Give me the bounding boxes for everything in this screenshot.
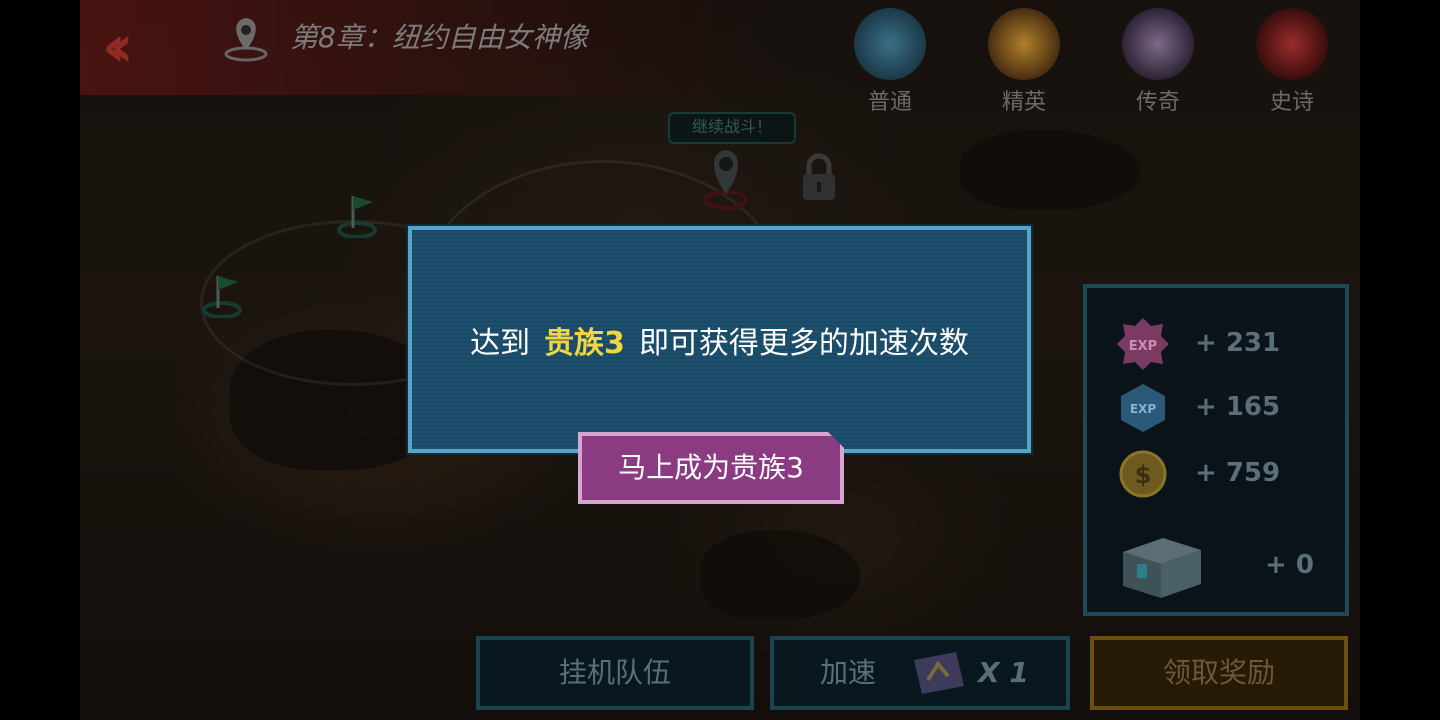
reward-row: EXP + 165 — [1115, 380, 1335, 440]
top-bar: ‹‹ 第8章：纽约自由女神像 普通 精英 传奇 史诗 — [80, 0, 1360, 115]
svg-text:EXP: EXP — [1130, 402, 1156, 416]
speedup-button[interactable]: 加速 X 1 — [770, 636, 1070, 710]
tab-legend-label: 传奇 — [1135, 90, 1180, 115]
reward-row: + 0 — [1115, 528, 1341, 604]
tab-elite[interactable]: 精英 — [964, 8, 1084, 118]
dialog-message-prefix: 达到 — [470, 326, 531, 361]
back-chevron-icon[interactable]: ‹‹ — [102, 17, 172, 75]
svg-text:EXP: EXP — [1129, 339, 1157, 354]
epic-skull-icon — [1256, 8, 1328, 80]
reward-value: + 231 — [1195, 328, 1281, 358]
chapter-title: 第8章：纽约自由女神像 — [290, 21, 588, 54]
tab-legend[interactable]: 传奇 — [1098, 8, 1218, 118]
speedup-count: X 1 — [978, 656, 1029, 689]
claim-reward-button[interactable]: 领取奖励 — [1090, 636, 1348, 710]
reward-value: + 759 — [1195, 458, 1281, 488]
tab-normal-label: 普通 — [867, 90, 912, 115]
rewards-panel: EXP + 231 EXP + 165 $ + 759 + 0 — [1083, 284, 1349, 616]
tab-normal[interactable]: 普通 — [830, 8, 950, 118]
location-pin-icon — [224, 18, 268, 62]
reward-value: + 165 — [1195, 392, 1281, 422]
dialog-message: 达到 贵族3 即可获得更多的加速次数 — [412, 318, 1027, 362]
reward-row: EXP + 231 — [1115, 316, 1335, 376]
normal-helmet-icon — [854, 8, 926, 80]
exp-blue-badge-icon: EXP — [1121, 384, 1165, 432]
reward-row: $ + 759 — [1115, 446, 1335, 506]
tab-epic[interactable]: 史诗 — [1232, 8, 1352, 118]
speedup-label: 加速 — [820, 656, 877, 689]
idle-team-button[interactable]: 挂机队伍 — [476, 636, 754, 710]
tab-elite-label: 精英 — [1001, 90, 1046, 115]
speedup-ticket-icon — [914, 652, 964, 694]
svg-text:$: $ — [1135, 461, 1152, 489]
tab-epic-label: 史诗 — [1269, 90, 1314, 115]
become-vip-button[interactable]: 马上成为贵族3 — [578, 432, 844, 504]
dialog-message-suffix: 即可获得更多的加速次数 — [638, 326, 969, 361]
exp-pink-badge-icon: EXP — [1117, 318, 1169, 370]
elite-helmet-icon — [988, 8, 1060, 80]
vip-upgrade-dialog: 达到 贵族3 即可获得更多的加速次数 — [406, 224, 1033, 455]
treasure-chest-icon — [1123, 538, 1201, 598]
legend-helmet-icon — [1122, 8, 1194, 80]
gold-coin-icon: $ — [1119, 450, 1167, 498]
reward-value: + 0 — [1265, 550, 1314, 580]
vip-level-highlight: 贵族3 — [544, 326, 625, 361]
